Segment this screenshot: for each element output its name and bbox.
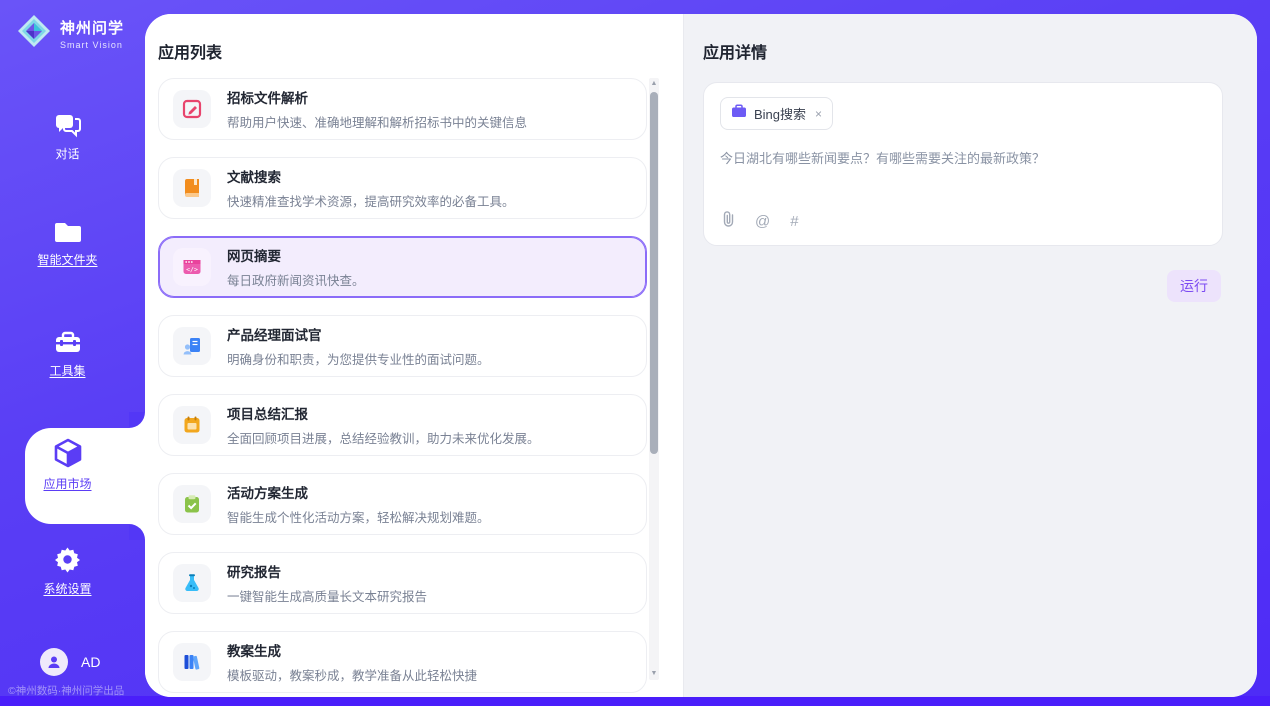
brand-subtitle: Smart Vision	[60, 40, 124, 50]
scrollbar-up-icon[interactable]: ▲	[649, 78, 659, 90]
mention-icon[interactable]: @	[755, 213, 770, 230]
app-name: 招标文件解析	[227, 87, 527, 107]
app-description: 模板驱动，教案秒成，教学准备从此轻松快捷	[227, 665, 477, 684]
sidebar-item-label: 系统设置	[43, 580, 91, 597]
sidebar-item-toolset[interactable]: 工具集	[0, 330, 135, 379]
app-description: 智能生成个性化活动方案，轻松解决规划难题。	[227, 507, 490, 526]
app-card-literature-search[interactable]: 文献搜索 快速精准查找学术资源，提高研究效率的必备工具。	[158, 157, 647, 219]
sidebar-item-chat[interactable]: 对话	[0, 112, 135, 162]
app-card-project-summary[interactable]: 项目总结汇报 全面回顾项目进展，总结经验教训，助力未来优化发展。	[158, 394, 647, 456]
sidebar-item-settings[interactable]: 系统设置	[0, 546, 135, 597]
app-card-web-summary[interactable]: </> 网页摘要 每日政府新闻资讯快查。	[158, 236, 647, 298]
prompt-card: Bing搜索 × 今日湖北有哪些新闻要点？有哪些需要关注的最新政策？ @ #	[703, 82, 1223, 246]
interviewer-icon	[173, 327, 211, 365]
app-card-pm-interviewer[interactable]: 产品经理面试官 明确身份和职责，为您提供专业性的面试问题。	[158, 315, 647, 377]
app-name: 产品经理面试官	[227, 324, 490, 344]
sidebar-item-label: 工具集	[49, 362, 85, 379]
active-nav-flare-bottom	[129, 524, 145, 540]
browser-code-icon: </>	[173, 248, 211, 286]
active-nav-flare-top	[129, 412, 145, 428]
tag-close-icon[interactable]: ×	[815, 107, 822, 121]
app-card-research-report[interactable]: 研究报告 一键智能生成高质量长文本研究报告	[158, 552, 647, 614]
books-icon	[173, 643, 211, 681]
app-description: 全面回顾项目进展，总结经验教训，助力未来优化发展。	[227, 428, 540, 447]
briefcase-icon	[731, 104, 747, 123]
app-description: 每日政府新闻资讯快查。	[227, 270, 365, 289]
clipboard-check-icon	[173, 485, 211, 523]
svg-text:</>: </>	[186, 266, 198, 274]
prompt-input[interactable]: 今日湖北有哪些新闻要点？有哪些需要关注的最新政策？	[720, 148, 1206, 167]
app-list: 招标文件解析 帮助用户快速、准确地理解和解析招标书中的关键信息 文献搜索 快速精…	[158, 78, 649, 697]
app-name: 教案生成	[227, 640, 477, 660]
user-name: AD	[81, 654, 100, 670]
sidebar-item-label: 对话	[55, 145, 79, 162]
app-detail-title: 应用详情	[703, 39, 767, 63]
tool-tag-bing-search[interactable]: Bing搜索 ×	[720, 97, 833, 130]
toolbox-icon	[54, 330, 82, 355]
document-pen-icon	[173, 90, 211, 128]
app-name: 文献搜索	[227, 166, 515, 186]
copyright-text: ©神州数码·神州问学出品	[8, 683, 124, 698]
app-name: 项目总结汇报	[227, 403, 540, 423]
hash-icon[interactable]: #	[790, 213, 798, 230]
user-account[interactable]: AD	[40, 648, 100, 676]
logo-diamond-icon	[16, 13, 52, 54]
flask-icon	[173, 564, 211, 602]
app-detail-pane: 应用详情 Bing搜索 × 今日湖北有哪些新闻要点？有哪些需要关注的最新政策？	[683, 14, 1257, 697]
app-description: 快速精准查找学术资源，提高研究效率的必备工具。	[227, 191, 515, 210]
scrollbar-thumb[interactable]	[650, 92, 658, 454]
chat-icon	[54, 112, 82, 138]
app-name: 网页摘要	[227, 245, 365, 265]
app-description: 明确身份和职责，为您提供专业性的面试问题。	[227, 349, 490, 368]
gear-icon	[54, 546, 81, 573]
avatar	[40, 648, 68, 676]
sidebar-item-label: 智能文件夹	[37, 251, 97, 268]
folder-icon	[54, 220, 82, 244]
app-card-bid-analysis[interactable]: 招标文件解析 帮助用户快速、准确地理解和解析招标书中的关键信息	[158, 78, 647, 140]
sidebar: 神州问学 Smart Vision 对话 智能文件夹	[0, 0, 145, 706]
note-icon	[173, 406, 211, 444]
sidebar-item-label: 应用市场	[43, 475, 91, 492]
sidebar-item-smart-folder[interactable]: 智能文件夹	[0, 220, 135, 268]
app-list-pane: 应用列表 招标文件解析 帮助用户快速、准确地理解和解析招标书中的关键信息	[145, 14, 683, 697]
paperclip-icon[interactable]	[722, 211, 735, 231]
main-panel: 应用列表 招标文件解析 帮助用户快速、准确地理解和解析招标书中的关键信息	[145, 14, 1257, 697]
tag-label: Bing搜索	[754, 104, 806, 123]
scrollbar-down-icon[interactable]: ▼	[649, 668, 659, 680]
app-name: 活动方案生成	[227, 482, 490, 502]
scrollbar[interactable]: ▲ ▼	[649, 78, 659, 680]
brand-logo: 神州问学 Smart Vision	[16, 13, 124, 54]
bottom-strip	[0, 696, 1270, 706]
brand-name: 神州问学	[60, 17, 124, 38]
sidebar-item-app-market[interactable]: 应用市场	[0, 438, 135, 492]
cube-icon	[53, 438, 83, 468]
app-description: 一键智能生成高质量长文本研究报告	[227, 586, 427, 605]
app-card-lesson-plan[interactable]: 教案生成 模板驱动，教案秒成，教学准备从此轻松快捷	[158, 631, 647, 693]
app-list-title: 应用列表	[158, 39, 222, 63]
book-icon	[173, 169, 211, 207]
app-card-event-plan[interactable]: 活动方案生成 智能生成个性化活动方案，轻松解决规划难题。	[158, 473, 647, 535]
app-description: 帮助用户快速、准确地理解和解析招标书中的关键信息	[227, 112, 527, 131]
run-button[interactable]: 运行	[1167, 270, 1221, 302]
app-name: 研究报告	[227, 561, 427, 581]
